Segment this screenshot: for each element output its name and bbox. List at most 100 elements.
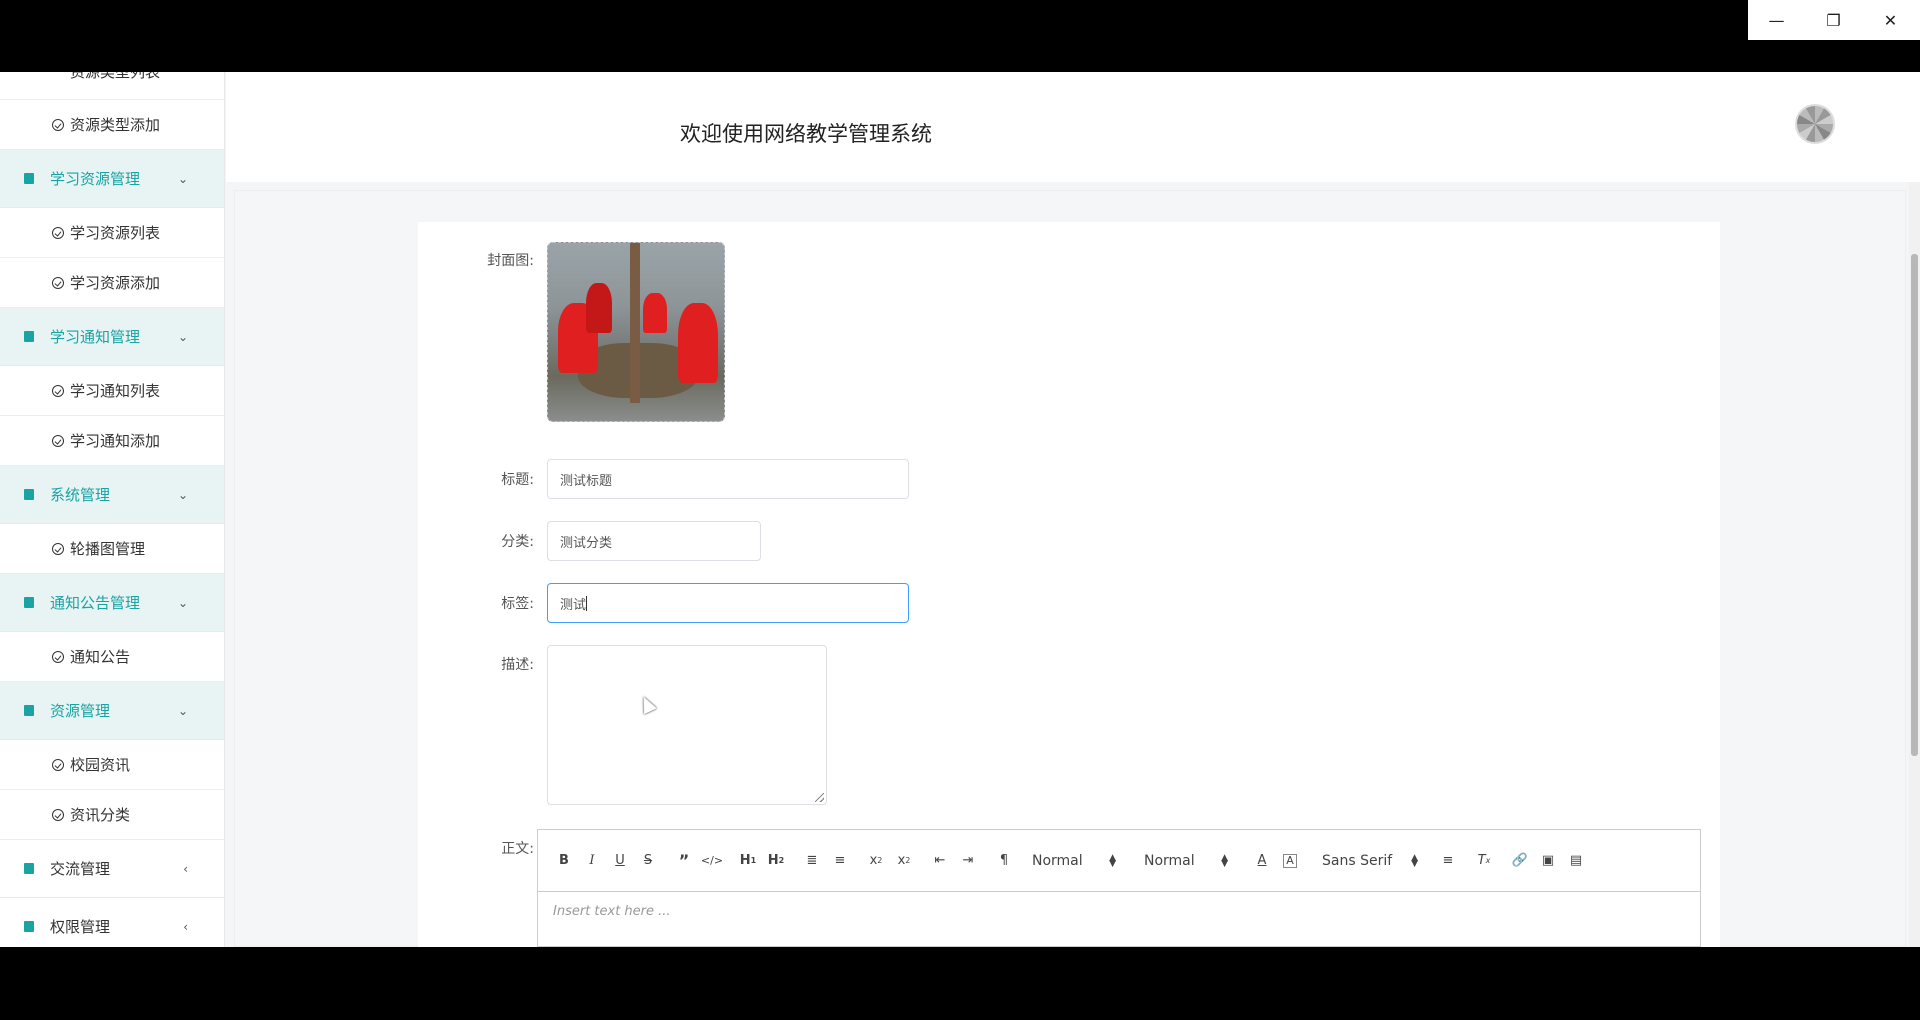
image-icon[interactable]: ▣ <box>1534 849 1562 873</box>
title-input[interactable]: 测试标题 <box>547 459 909 499</box>
font-select[interactable]: Sans Serif ▲ ▼ <box>1322 849 1418 873</box>
sidebar-group-system[interactable]: 系统管理 ⌄ <box>0 466 224 524</box>
heading2-icon[interactable]: H2 <box>762 849 790 873</box>
sidebar-item-label: 资源类型添加 <box>70 116 161 134</box>
sidebar-item-label: 轮播图管理 <box>70 540 146 558</box>
sidebar-group-announcements[interactable]: 通知公告管理 ⌄ <box>0 574 224 632</box>
scrollbar[interactable] <box>1909 182 1920 947</box>
bold-icon[interactable]: B <box>550 849 578 873</box>
restore-icon[interactable]: ❐ <box>1805 0 1862 40</box>
scrollbar-thumb[interactable] <box>1911 254 1918 756</box>
align-icon[interactable]: ≡ <box>1434 849 1462 873</box>
title-label: 标题: <box>501 472 534 488</box>
editor-placeholder: Insert text here ... <box>553 904 671 919</box>
page-title: 欢迎使用网络教学管理系统 <box>680 122 932 146</box>
minimize-icon[interactable]: — <box>1748 0 1805 40</box>
sidebar-item-label: 学习资源列表 <box>70 224 161 242</box>
sidebar-group-learning-resources[interactable]: 学习资源管理 ⌄ <box>0 150 224 208</box>
category-input[interactable]: 测试分类 <box>547 521 761 561</box>
video-icon[interactable]: ▤ <box>1562 849 1590 873</box>
cover-image-tree <box>630 243 640 403</box>
sidebar-item-learning-notice-list[interactable]: 学习通知列表 <box>0 366 224 416</box>
text-color-icon[interactable]: A <box>1248 849 1276 873</box>
chevron-down-icon: ⌄ <box>177 703 188 718</box>
check-circle-icon <box>52 650 64 663</box>
select-arrows-icon: ▲ ▼ <box>1411 852 1418 869</box>
rich-text-editor: B I U S ” </> H1 H2 ≣ ≡ x2 x2 ⇤ ⇥ ¶ Norm… <box>537 829 1701 947</box>
clear-format-icon[interactable]: Tx <box>1470 849 1498 873</box>
cover-image-person <box>643 293 667 333</box>
document-icon <box>24 331 34 342</box>
cover-image[interactable] <box>547 242 725 422</box>
bottom-bar <box>0 947 1920 1020</box>
sidebar-group-label: 系统管理 <box>50 486 111 504</box>
sidebar-item-news-category[interactable]: 资讯分类 <box>0 790 224 840</box>
sidebar-item-learning-resource-list[interactable]: 学习资源列表 <box>0 208 224 258</box>
sidebar-group-learning-notices[interactable]: 学习通知管理 ⌄ <box>0 308 224 366</box>
header-select-value: Normal <box>1032 852 1083 869</box>
sidebar-item-label: 学习资源添加 <box>70 274 161 292</box>
chevron-down-icon: ⌄ <box>177 595 188 610</box>
close-icon[interactable]: ✕ <box>1862 0 1919 40</box>
indent-icon[interactable]: ⇥ <box>954 849 982 873</box>
editor-body[interactable]: Insert text here ... <box>538 892 1700 931</box>
code-block-icon[interactable]: </> <box>698 849 726 873</box>
sidebar-item-learning-notice-add[interactable]: 学习通知添加 <box>0 416 224 466</box>
font-select-value: Sans Serif <box>1322 852 1393 869</box>
superscript-icon[interactable]: x2 <box>890 849 918 873</box>
check-circle-icon <box>52 276 64 289</box>
size-select[interactable]: Normal ▲ ▼ <box>1144 849 1228 873</box>
strike-icon[interactable]: S <box>634 849 662 873</box>
underline-icon[interactable]: U <box>606 849 634 873</box>
sidebar-item-learning-resource-add[interactable]: 学习资源添加 <box>0 258 224 308</box>
text-direction-icon[interactable]: ¶ <box>990 849 1018 873</box>
link-icon[interactable]: 🔗 <box>1506 849 1534 873</box>
window-controls: — ❐ ✕ <box>1748 0 1920 40</box>
outdent-icon[interactable]: ⇤ <box>926 849 954 873</box>
sidebar-group-label: 交流管理 <box>50 860 111 878</box>
chevron-down-icon: ⌄ <box>177 171 188 186</box>
sidebar-item-announcement[interactable]: 通知公告 <box>0 632 224 682</box>
description-textarea[interactable] <box>547 645 827 805</box>
window-titlebar: — ❐ ✕ <box>0 0 1920 72</box>
document-icon <box>24 489 34 500</box>
chevron-down-icon: ⌄ <box>177 329 188 344</box>
cover-image-person <box>586 283 612 333</box>
sidebar-item-carousel[interactable]: 轮播图管理 <box>0 524 224 574</box>
tag-input[interactable]: 测试 <box>547 583 909 623</box>
sidebar-item-cut[interactable]: 资源类型列表 <box>0 72 224 100</box>
sidebar: 资源类型列表 资源类型添加 学习资源管理 ⌄ 学习资源列表 学习资源添加 学习通… <box>0 72 225 947</box>
sidebar-item-resource-type-add[interactable]: 资源类型添加 <box>0 100 224 150</box>
italic-icon[interactable]: I <box>578 849 606 873</box>
description-label: 描述: <box>501 657 534 673</box>
check-circle-icon <box>52 758 64 771</box>
heading1-icon[interactable]: H1 <box>734 849 762 873</box>
form-card: 封面图: 标题: 测试标题 分类: 测试分类 标签: 测试 描述: 正文: B … <box>418 222 1720 947</box>
sidebar-group-permissions[interactable]: 权限管理 ‹ <box>0 898 224 947</box>
avatar[interactable] <box>1795 104 1835 144</box>
resize-handle-icon[interactable] <box>815 793 824 802</box>
sidebar-group-resources[interactable]: 资源管理 ⌄ <box>0 682 224 740</box>
subscript-icon[interactable]: x2 <box>862 849 890 873</box>
sidebar-group-communication[interactable]: 交流管理 ‹ <box>0 840 224 898</box>
check-circle-icon <box>52 434 64 447</box>
sidebar-item-label: 校园资讯 <box>70 756 131 774</box>
ordered-list-icon[interactable]: ≣ <box>798 849 826 873</box>
size-select-value: Normal <box>1144 852 1195 869</box>
sidebar-item-label: 通知公告 <box>70 648 131 666</box>
sidebar-item-label: 学习通知添加 <box>70 432 161 450</box>
sidebar-group-label: 资源管理 <box>50 702 111 720</box>
sidebar-item-label: 资源类型列表 <box>70 72 161 81</box>
body-label: 正文: <box>501 841 534 857</box>
header: 欢迎使用网络教学管理系统 <box>226 72 1920 182</box>
sidebar-item-campus-news[interactable]: 校园资讯 <box>0 740 224 790</box>
blockquote-icon[interactable]: ” <box>670 849 698 873</box>
bullet-list-icon[interactable]: ≡ <box>826 849 854 873</box>
cover-image-person <box>678 303 718 383</box>
header-select[interactable]: Normal ▲ ▼ <box>1032 849 1116 873</box>
sidebar-group-label: 学习资源管理 <box>50 170 141 188</box>
check-circle-icon <box>52 542 64 555</box>
background-color-icon[interactable]: A <box>1283 853 1297 868</box>
category-input-value: 测试分类 <box>560 535 613 551</box>
document-icon <box>24 705 34 716</box>
